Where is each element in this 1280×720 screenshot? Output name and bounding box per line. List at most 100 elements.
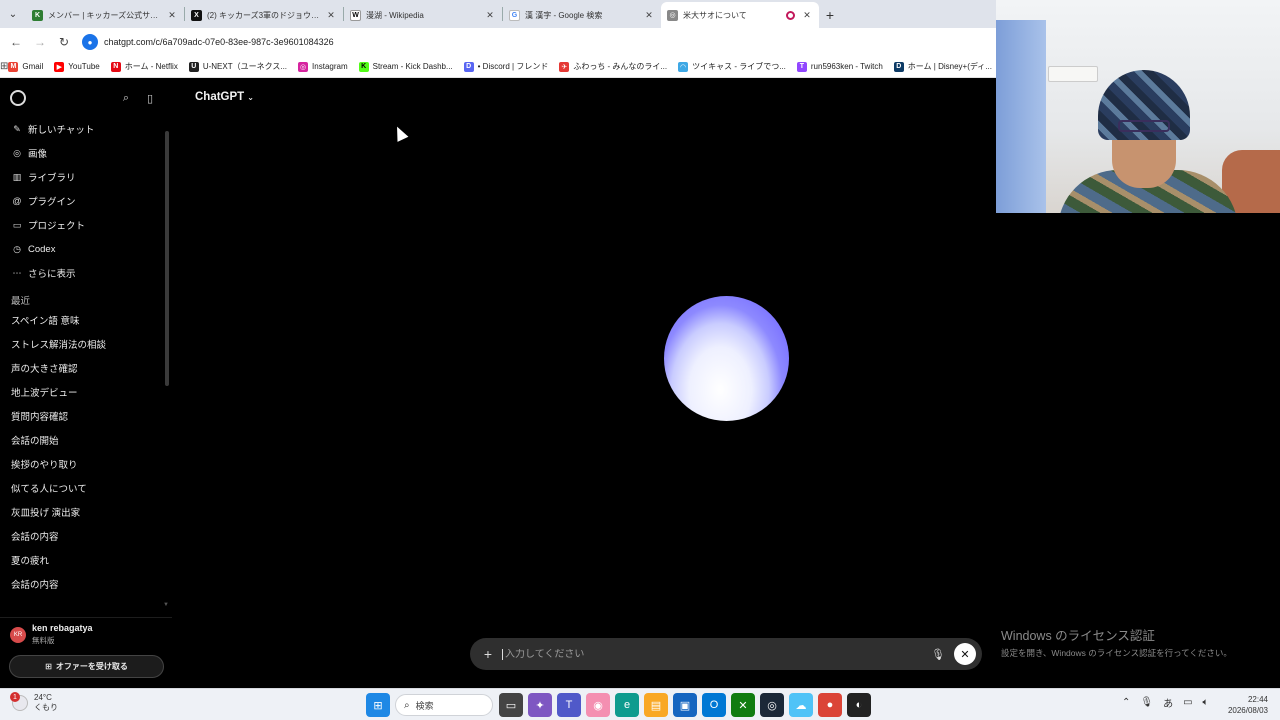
bookmark-label: ツイキャス - ライブでつ...: [692, 62, 786, 71]
bookmark-discord[interactable]: D • Discord | フレンド: [463, 61, 548, 72]
plus-icon[interactable]: +: [480, 646, 496, 662]
network-icon[interactable]: ▭: [1183, 697, 1192, 708]
tab-close-icon[interactable]: ✕: [166, 10, 178, 21]
tray-microphone-icon[interactable]: 🎙︎: [1140, 697, 1153, 708]
tab-close-icon[interactable]: ✕: [801, 10, 813, 21]
sidebar-item-plugins[interactable]: @ プラグイン: [0, 189, 172, 213]
clock[interactable]: 22:44 2026/08/03: [1222, 694, 1268, 716]
url-text[interactable]: chatgpt.com/c/6a709adc-07e0-83ee-987c-3e…: [104, 37, 334, 47]
new-tab-button[interactable]: +: [819, 2, 841, 28]
fuwacchi-icon: ✈: [559, 61, 570, 72]
chat-history-item[interactable]: 似てる人について: [0, 476, 172, 500]
forward-arrow-icon[interactable]: →: [28, 35, 52, 49]
copilot-icon[interactable]: ✦: [528, 693, 552, 717]
cloud-app-icon[interactable]: ☁: [789, 693, 813, 717]
chat-history-item[interactable]: 地上波デビュー: [0, 380, 172, 404]
tab-strip: ⌄ K メンバー | キッカーズ公式サイト ✕ X (2) キッカーズ3軍のドジ…: [0, 0, 996, 28]
ime-indicator[interactable]: あ: [1163, 695, 1173, 710]
tab-close-icon[interactable]: ✕: [325, 10, 337, 21]
tab-0[interactable]: K メンバー | キッカーズ公式サイト ✕: [26, 2, 184, 28]
obs-icon[interactable]: ◐: [847, 693, 871, 717]
windows-start-icon[interactable]: ⊞: [366, 693, 390, 717]
chat-history-item[interactable]: 灰皿投げ 演出家: [0, 500, 172, 524]
webcam-person-glasses: [1118, 120, 1170, 132]
weather-condition: くもり: [34, 703, 58, 712]
offer-button[interactable]: ⊞ オファーを受け取る: [9, 655, 164, 678]
chat-history-item[interactable]: ストレス解消法の相談: [0, 332, 172, 356]
sidebar-item-codex[interactable]: ◷ Codex: [0, 237, 172, 261]
store-icon[interactable]: ▣: [673, 693, 697, 717]
tab-1[interactable]: X (2) キッカーズ3軍のドジョウ（@run ✕: [185, 2, 343, 28]
bookmark-fuwacchi[interactable]: ✈ ふわっち - みんなのライ...: [559, 61, 667, 72]
avatar[interactable]: KR: [10, 626, 26, 643]
tray-chevron-up-icon[interactable]: ⌃: [1122, 697, 1130, 708]
chat-history-item[interactable]: スペイン語 意味: [0, 308, 172, 332]
webcam-curtain: [996, 20, 1046, 213]
microphone-icon[interactable]: 🎙︎: [926, 648, 950, 661]
sidebar-item-images[interactable]: ◎ 画像: [0, 141, 172, 165]
bookmark-label: YouTube: [68, 62, 100, 71]
bookmark-twitch[interactable]: Trun5963ken - Twitch: [796, 61, 883, 72]
address-bar[interactable]: ● chatgpt.com/c/6a709adc-07e0-83ee-987c-…: [82, 31, 982, 53]
reload-icon[interactable]: ↻: [52, 35, 76, 49]
sidebar-item-more[interactable]: ⋯ さらに表示: [0, 261, 172, 285]
gmail-icon: M: [8, 61, 19, 72]
bookmark-youtube[interactable]: ▶ YouTube: [54, 61, 100, 72]
tab-close-icon[interactable]: ✕: [484, 10, 496, 21]
xbox-icon[interactable]: ✕: [731, 693, 755, 717]
taskbar-apps: ⊞ ⌕ 検索 ▭ ✦ T ◉ e ▤ ▣ O ✕ ◎ ☁ ● ◐: [366, 693, 876, 717]
tab-2-favicon-icon: W: [350, 9, 361, 21]
tab-close-icon[interactable]: ✕: [643, 10, 655, 21]
bookmark-gmail[interactable]: M Gmail: [8, 61, 43, 72]
back-arrow-icon[interactable]: ←: [4, 35, 28, 49]
bookmark-kick[interactable]: K Stream - Kick Dashb...: [358, 61, 453, 72]
volume-icon[interactable]: 🔈︎: [1203, 697, 1209, 708]
sidebar-item-new-chat[interactable]: ✎ 新しいチャット: [0, 117, 172, 141]
lips-app-icon[interactable]: ◉: [586, 693, 610, 717]
outlook-icon[interactable]: O: [702, 693, 726, 717]
tab-0-favicon-icon: K: [32, 9, 43, 21]
task-view-icon[interactable]: ▭: [499, 693, 523, 717]
bookmark-twitcasting[interactable]: ◠ ツイキャス - ライブでつ...: [678, 61, 786, 72]
teams-icon[interactable]: T: [557, 693, 581, 717]
tab-3[interactable]: G 漢 漢字 - Google 検索 ✕: [503, 2, 661, 28]
model-selector[interactable]: ChatGPT ⌄: [195, 91, 254, 103]
sidebar-item-library[interactable]: ▥ ライブラリ: [0, 165, 172, 189]
chat-history-item[interactable]: 会話の内容: [0, 524, 172, 548]
microphone-permission-icon[interactable]: ●: [82, 34, 98, 50]
chat-history-item[interactable]: 会話の開始: [0, 428, 172, 452]
chat-history-item[interactable]: 夏の疲れ: [0, 548, 172, 572]
chat-history-item[interactable]: 声の大きさ確認: [0, 356, 172, 380]
chat-history-item[interactable]: 質問内容確認: [0, 404, 172, 428]
tab-4-active[interactable]: ◎ 米大サオについて ✕: [661, 2, 819, 28]
tab-search-chevron-icon[interactable]: ⌄: [0, 0, 26, 28]
message-input[interactable]: [502, 648, 926, 660]
bookmark-instagram[interactable]: ◎ Instagram: [298, 61, 348, 72]
edge-icon[interactable]: e: [615, 693, 639, 717]
bookmark-unext[interactable]: U U-NEXT（ユーネクス...: [188, 61, 287, 72]
scroll-down-arrow-icon[interactable]: ▼: [163, 602, 169, 608]
file-explorer-icon[interactable]: ▤: [644, 693, 668, 717]
chrome-icon[interactable]: ●: [818, 693, 842, 717]
bookmark-disney[interactable]: D ホーム | Disney+(ディ...: [893, 61, 992, 72]
bookmark-netflix[interactable]: N ホーム - Netflix: [110, 61, 178, 72]
sidebar-item-projects[interactable]: ▭ プロジェクト: [0, 213, 172, 237]
steam-icon[interactable]: ◎: [760, 693, 784, 717]
plugins-icon: @: [12, 196, 22, 206]
search-icon[interactable]: ⌕: [114, 92, 138, 105]
tab-3-favicon-icon: G: [509, 9, 520, 21]
chat-history-item[interactable]: 挨拶のやり取り: [0, 452, 172, 476]
openai-logo-icon[interactable]: [10, 90, 26, 106]
user-profile[interactable]: KR ken rebagatya 無料版: [0, 617, 172, 651]
weather-widget[interactable]: 1 24°C くもり: [10, 692, 58, 713]
sidebar-toggle-icon[interactable]: ▯: [138, 92, 162, 105]
close-voice-button[interactable]: ✕: [954, 643, 976, 665]
tab-2[interactable]: W 漫湖 - Wikipedia ✕: [344, 2, 502, 28]
weather-temperature: 24°C: [34, 693, 52, 702]
chat-history-item[interactable]: 会話の内容: [0, 572, 172, 596]
apps-grid-icon[interactable]: ⊞: [0, 61, 8, 72]
taskbar-search[interactable]: ⌕ 検索: [395, 694, 493, 716]
tab-4-favicon-icon: ◎: [667, 9, 678, 21]
bookmarks-bar: ⊞ M Gmail ▶ YouTube N ホーム - Netflix U U-NEXT…: [0, 56, 996, 78]
sidebar-scrollbar[interactable]: [165, 131, 169, 386]
